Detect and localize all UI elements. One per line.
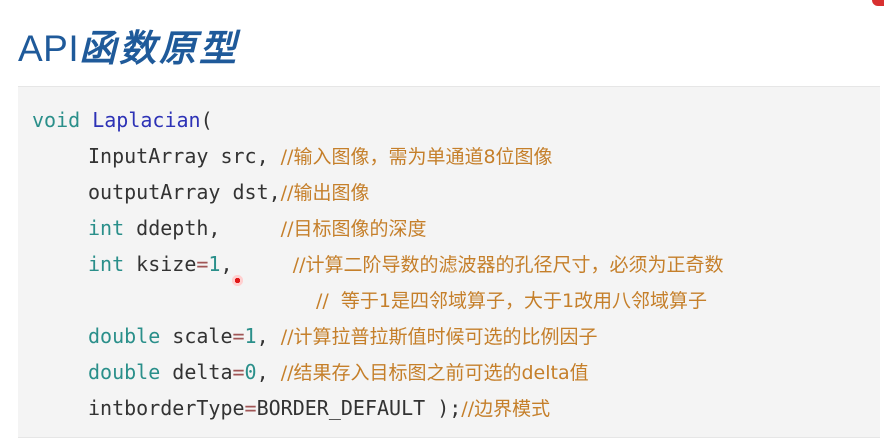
- equals-operator: =: [232, 324, 245, 348]
- slide-title: API函数原型: [18, 18, 239, 72]
- param-ddepth: ddepth,: [124, 216, 281, 240]
- code-line-ddepth: int ddepth, //目标图像的深度: [88, 215, 426, 242]
- comment-src: //输入图像，需为单通道8位图像: [280, 146, 553, 168]
- param-scale: scale: [160, 324, 233, 348]
- separator: ,: [256, 360, 281, 384]
- param-bordertype: intborderType: [88, 396, 245, 420]
- code-line-ksize-note: // 等于1是四邻域算子，大于1改用八邻域算子: [316, 287, 707, 314]
- slide: API函数原型 void Laplacian( InputArray src, …: [0, 0, 884, 444]
- code-line-ksize: int ksize=1, //计算二阶导数的滤波器的孔径尺寸，必须为正奇数: [88, 251, 724, 278]
- mouse-pointer-icon: [231, 274, 244, 287]
- function-name: Laplacian: [92, 108, 201, 132]
- scale-default: 1: [244, 324, 257, 348]
- equals-operator: =: [244, 396, 257, 420]
- type-double: double: [88, 360, 161, 384]
- comment-delta: //结果存入目标图之前可选的delta值: [280, 362, 589, 384]
- comment-dst: //输出图像: [280, 182, 370, 204]
- code-line-src: InputArray src, //输入图像，需为单通道8位图像: [88, 143, 553, 170]
- code-line-signature: void Laplacian(: [32, 107, 213, 133]
- comment-ksize: //计算二阶导数的滤波器的孔径尺寸，必须为正奇数: [292, 254, 724, 276]
- ksize-default: 1: [208, 252, 221, 276]
- code-block: void Laplacian( InputArray src, //输入图像，需…: [18, 86, 880, 438]
- title-chinese: 函数原型: [79, 26, 240, 70]
- title-latin: API: [18, 28, 80, 69]
- comment-ddepth: //目标图像的深度: [280, 218, 427, 240]
- comment-bordertype: //边界模式: [461, 398, 551, 420]
- equals-operator: =: [196, 252, 209, 276]
- open-paren: (: [200, 108, 213, 132]
- delta-default: 0: [244, 360, 257, 384]
- type-double: double: [88, 324, 161, 348]
- type-int: int: [88, 216, 125, 240]
- param-dst: outputArray dst,: [88, 180, 281, 204]
- comment-ksize-note: // 等于1是四邻域算子，大于1改用八邻域算子: [316, 290, 708, 312]
- separator: ,: [256, 324, 281, 348]
- equals-operator: =: [232, 360, 245, 384]
- corner-marker: [872, 0, 884, 6]
- code-line-scale: double scale=1, //计算拉普拉斯值时候可选的比例因子: [88, 323, 598, 350]
- code-line-bordertype: intborderType=BORDER_DEFAULT );//边界模式: [88, 395, 550, 422]
- param-src: InputArray src,: [88, 144, 281, 168]
- code-line-delta: double delta=0, //结果存入目标图之前可选的delta值: [88, 359, 589, 386]
- param-ksize: ksize: [124, 252, 197, 276]
- comment-scale: //计算拉普拉斯值时候可选的比例因子: [280, 326, 598, 348]
- param-delta: delta: [160, 360, 233, 384]
- return-type: void: [32, 108, 81, 132]
- code-line-dst: outputArray dst,//输出图像: [88, 179, 369, 206]
- separator: ,: [220, 252, 293, 276]
- close-paren: );: [425, 396, 462, 420]
- bordertype-default: BORDER_DEFAULT: [256, 396, 426, 420]
- type-int: int: [88, 252, 125, 276]
